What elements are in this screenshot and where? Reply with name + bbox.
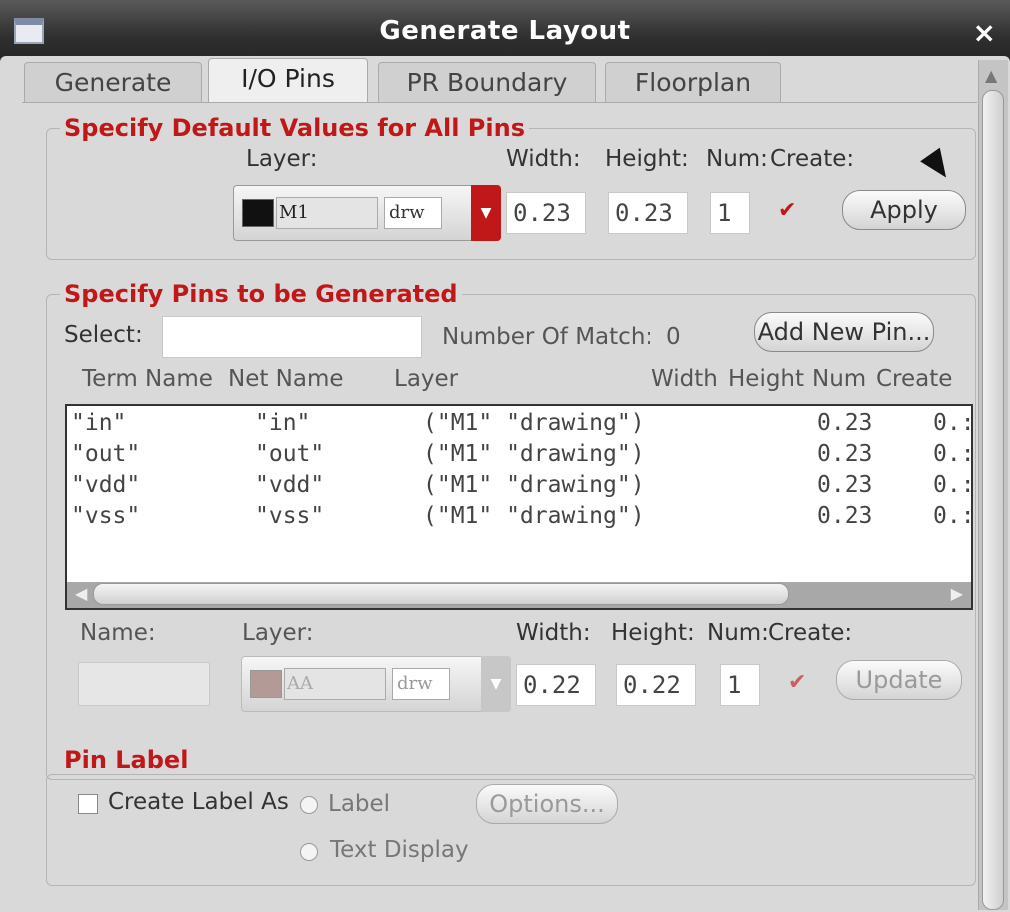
scroll-up-icon[interactable]: ▲ <box>985 66 997 85</box>
layer-name: AA <box>284 668 386 700</box>
height: 0.: <box>933 472 973 498</box>
height: 0.: <box>933 503 973 529</box>
term-name: "vdd" <box>71 472 141 498</box>
edit-layer-label: Layer: <box>242 620 314 646</box>
height: 0.: <box>933 441 973 467</box>
default-create-label: Create: <box>770 146 855 172</box>
net-name: "in" <box>255 410 311 436</box>
width: 0.23 <box>817 410 873 436</box>
col-num: Num <box>812 366 867 392</box>
horizontal-scroll-thumb[interactable] <box>93 583 789 605</box>
net-name: "out" <box>255 441 325 467</box>
tab-generate[interactable]: Generate <box>24 62 202 102</box>
edit-name-label: Name: <box>80 620 156 646</box>
edit-width-label: Width: <box>516 620 591 646</box>
term-name: "vss" <box>71 503 141 529</box>
layer-color-swatch <box>250 670 282 698</box>
table-row[interactable]: "in" "in" ("M1" "drawing") 0.23 0.: <box>67 410 971 440</box>
apply-button[interactable]: Apply <box>842 190 966 230</box>
close-icon[interactable]: × <box>973 16 996 49</box>
default-layer-select[interactable]: M1 drw ▼ <box>233 185 501 241</box>
match-count-label: Number Of Match: <box>442 324 650 350</box>
width: 0.23 <box>817 503 873 529</box>
text-display-option: Text Display <box>330 837 469 863</box>
title-bar: Generate Layout × <box>0 0 1010 62</box>
default-num-label: Num: <box>706 146 768 172</box>
horizontal-scrollbar[interactable]: ◀ ▶ <box>67 582 971 608</box>
edit-width-input[interactable]: 0.22 <box>516 664 596 706</box>
default-num-input[interactable]: 1 <box>710 192 750 234</box>
default-create-checkbox[interactable]: ✔ <box>778 198 796 223</box>
edit-num-input[interactable]: 1 <box>720 664 760 706</box>
layer: ("M1" "drawing") <box>423 441 645 467</box>
create-label-as-label: Create Label As <box>108 789 289 815</box>
col-create: Create <box>876 366 953 392</box>
table-row[interactable]: "vdd" "vdd" ("M1" "drawing") 0.23 0.: <box>67 472 971 502</box>
default-height-input[interactable]: 0.23 <box>608 192 688 234</box>
edit-height-input[interactable]: 0.22 <box>616 664 696 706</box>
update-button[interactable]: Update <box>836 660 962 700</box>
tab-divider <box>22 102 977 103</box>
edit-create-checkbox[interactable]: ✔ <box>788 670 806 695</box>
tab-floorplan[interactable]: Floorplan <box>605 62 781 102</box>
pins-group-title: Specify Pins to be Generated <box>60 280 462 308</box>
col-layer: Layer <box>394 366 459 392</box>
edit-layer-select[interactable]: AA drw ▼ <box>241 656 511 712</box>
height: 0.: <box>933 410 973 436</box>
chevron-down-icon[interactable]: ▼ <box>481 656 511 712</box>
label-option: Label <box>328 791 391 817</box>
layer: ("M1" "drawing") <box>423 410 645 436</box>
edit-create-label: Create: <box>768 620 853 646</box>
pin-label-group-title: Pin Label <box>60 746 193 774</box>
select-input[interactable] <box>162 316 422 358</box>
layer-purpose: drw <box>384 197 442 229</box>
layer-purpose: drw <box>392 668 450 700</box>
pins-list[interactable]: "in" "in" ("M1" "drawing") 0.23 0.: "out… <box>65 404 973 610</box>
table-row[interactable]: "out" "out" ("M1" "drawing") 0.23 0.: <box>67 441 971 471</box>
term-name: "in" <box>71 410 127 436</box>
term-name: "out" <box>71 441 141 467</box>
add-new-pin-button[interactable]: Add New Pin... <box>754 312 934 352</box>
edit-height-label: Height: <box>611 620 695 646</box>
text-display-radio[interactable] <box>300 843 318 861</box>
default-layer-label: Layer: <box>246 146 318 172</box>
width: 0.23 <box>817 441 873 467</box>
dialog-body: Generate I/O Pins PR Boundary Floorplan … <box>0 56 1010 912</box>
layer-name: M1 <box>276 197 378 229</box>
default-width-input[interactable]: 0.23 <box>506 192 586 234</box>
default-height-label: Height: <box>605 146 689 172</box>
col-term-name: Term Name <box>82 366 213 392</box>
vertical-scroll-thumb[interactable] <box>982 90 1004 910</box>
tab-io-pins[interactable]: I/O Pins <box>208 58 368 102</box>
options-button[interactable]: Options... <box>476 784 618 824</box>
width: 0.23 <box>817 472 873 498</box>
net-name: "vss" <box>255 503 325 529</box>
layer: ("M1" "drawing") <box>423 503 645 529</box>
chevron-down-icon[interactable]: ▼ <box>471 185 501 241</box>
vertical-scrollbar[interactable]: ▲ <box>978 60 1008 910</box>
scroll-left-icon[interactable]: ◀ <box>75 584 87 603</box>
tab-pr-boundary[interactable]: PR Boundary <box>378 62 596 102</box>
edit-name-input[interactable] <box>78 662 210 706</box>
layer-color-swatch <box>242 199 274 227</box>
label-radio[interactable] <box>300 796 318 814</box>
col-net-name: Net Name <box>228 366 344 392</box>
col-height: Height <box>728 366 805 392</box>
layer: ("M1" "drawing") <box>423 472 645 498</box>
edit-num-label: Num: <box>707 620 769 646</box>
table-row[interactable]: "vss" "vss" ("M1" "drawing") 0.23 0.: <box>67 503 971 533</box>
default-width-label: Width: <box>506 146 581 172</box>
match-count-value: 0 <box>666 324 681 350</box>
scroll-right-icon[interactable]: ▶ <box>951 584 963 603</box>
create-label-checkbox[interactable] <box>78 794 98 814</box>
col-width: Width <box>651 366 718 392</box>
net-name: "vdd" <box>255 472 325 498</box>
select-label: Select: <box>64 322 143 348</box>
window-title: Generate Layout <box>379 16 631 46</box>
defaults-group-title: Specify Default Values for All Pins <box>60 114 529 142</box>
